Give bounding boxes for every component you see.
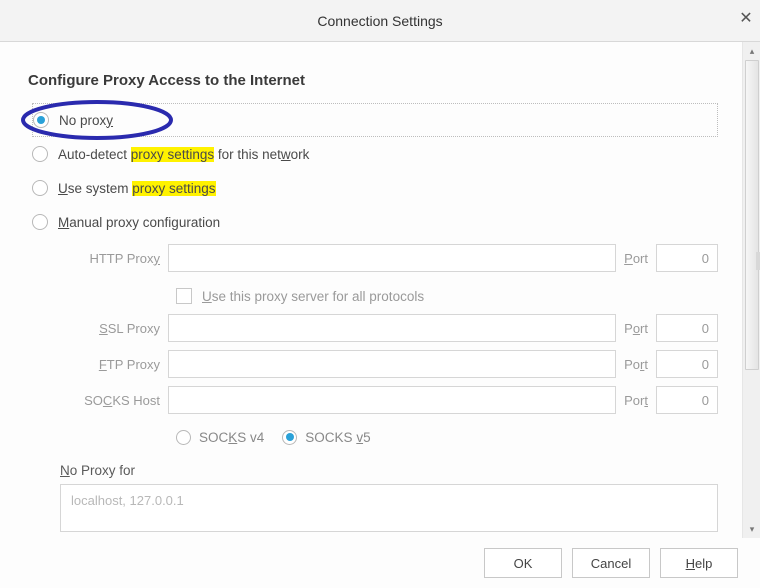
- radio-auto-detect[interactable]: Auto-detect proxy settings for this netw…: [32, 137, 718, 171]
- http-proxy-input[interactable]: [168, 244, 616, 272]
- ok-button[interactable]: OK: [484, 548, 562, 578]
- radio-manual-label: Manual proxy configuration: [58, 215, 220, 230]
- no-proxy-for-section: No Proxy for localhost, 127.0.0.1: [60, 463, 718, 535]
- socks-host-input[interactable]: [168, 386, 616, 414]
- radio-icon: [32, 180, 48, 196]
- scroll-area: Configure Proxy Access to the Internet N…: [0, 42, 742, 538]
- socks-port-input[interactable]: [656, 386, 718, 414]
- radio-icon: [33, 112, 49, 128]
- help-button[interactable]: Help: [660, 548, 738, 578]
- ssl-proxy-input[interactable]: [168, 314, 616, 342]
- use-all-protocols-row[interactable]: Use this proxy server for all protocols: [176, 279, 718, 313]
- no-proxy-for-label: No Proxy for: [60, 463, 718, 478]
- socks-port-label: Port: [624, 393, 648, 408]
- ftp-port-input[interactable]: [656, 350, 718, 378]
- http-port-label: Port: [624, 251, 648, 266]
- http-proxy-row: HTTP Proxy Port: [60, 243, 718, 273]
- socks-v5-label: SOCKS v5: [305, 430, 370, 445]
- dialog-button-bar: OK Cancel Help: [0, 538, 760, 588]
- ftp-proxy-input[interactable]: [168, 350, 616, 378]
- radio-socks-v5[interactable]: SOCKS v5: [282, 430, 370, 445]
- radio-manual[interactable]: Manual proxy configuration: [32, 205, 718, 239]
- radio-no-proxy-label: No proxy: [59, 113, 113, 128]
- radio-icon: [176, 430, 191, 445]
- radio-use-system[interactable]: Use system proxy settings: [32, 171, 718, 205]
- vertical-scrollbar[interactable]: ▴ ▾: [742, 42, 760, 538]
- use-all-protocols-label: Use this proxy server for all protocols: [202, 289, 424, 304]
- radio-socks-v4[interactable]: SOCKS v4: [176, 430, 264, 445]
- http-port-input[interactable]: [656, 244, 718, 272]
- proxy-mode-radio-group: No proxy Auto-detect proxy settings for …: [32, 103, 718, 239]
- ssl-proxy-row: SSL Proxy Port: [60, 313, 718, 343]
- ftp-proxy-row: FTP Proxy Port: [60, 349, 718, 379]
- socks-v4-label: SOCKS v4: [199, 430, 264, 445]
- scroll-up-arrow-icon[interactable]: ▴: [743, 42, 760, 60]
- radio-icon: [32, 146, 48, 162]
- radio-icon: [32, 214, 48, 230]
- section-heading: Configure Proxy Access to the Internet: [28, 72, 718, 89]
- window-title: Connection Settings: [317, 13, 442, 29]
- socks-version-row: SOCKS v4 SOCKS v5: [176, 421, 718, 453]
- checkbox-icon: [176, 288, 192, 304]
- ssl-port-label: Port: [624, 321, 648, 336]
- radio-auto-detect-label: Auto-detect proxy settings for this netw…: [58, 147, 309, 162]
- content-wrapper: Configure Proxy Access to the Internet N…: [0, 42, 760, 538]
- ftp-port-label: Port: [624, 357, 648, 372]
- manual-proxy-fields: HTTP Proxy Port Use this proxy server fo…: [60, 243, 718, 453]
- close-icon[interactable]: ✕: [738, 8, 754, 28]
- scroll-down-arrow-icon[interactable]: ▾: [743, 520, 760, 538]
- socks-host-label: SOCKS Host: [60, 393, 160, 408]
- cancel-button[interactable]: Cancel: [572, 548, 650, 578]
- radio-no-proxy[interactable]: No proxy: [32, 103, 718, 137]
- ssl-proxy-label: SSL Proxy: [60, 321, 160, 336]
- ssl-port-input[interactable]: [656, 314, 718, 342]
- radio-icon: [282, 430, 297, 445]
- scrollbar-marker: [756, 252, 760, 270]
- scrollbar-thumb[interactable]: [745, 60, 759, 370]
- radio-use-system-label: Use system proxy settings: [58, 181, 216, 196]
- titlebar: Connection Settings ✕: [0, 0, 760, 42]
- no-proxy-for-textarea[interactable]: localhost, 127.0.0.1: [60, 484, 718, 532]
- ftp-proxy-label: FTP Proxy: [60, 357, 160, 372]
- http-proxy-label: HTTP Proxy: [60, 251, 160, 266]
- socks-host-row: SOCKS Host Port: [60, 385, 718, 415]
